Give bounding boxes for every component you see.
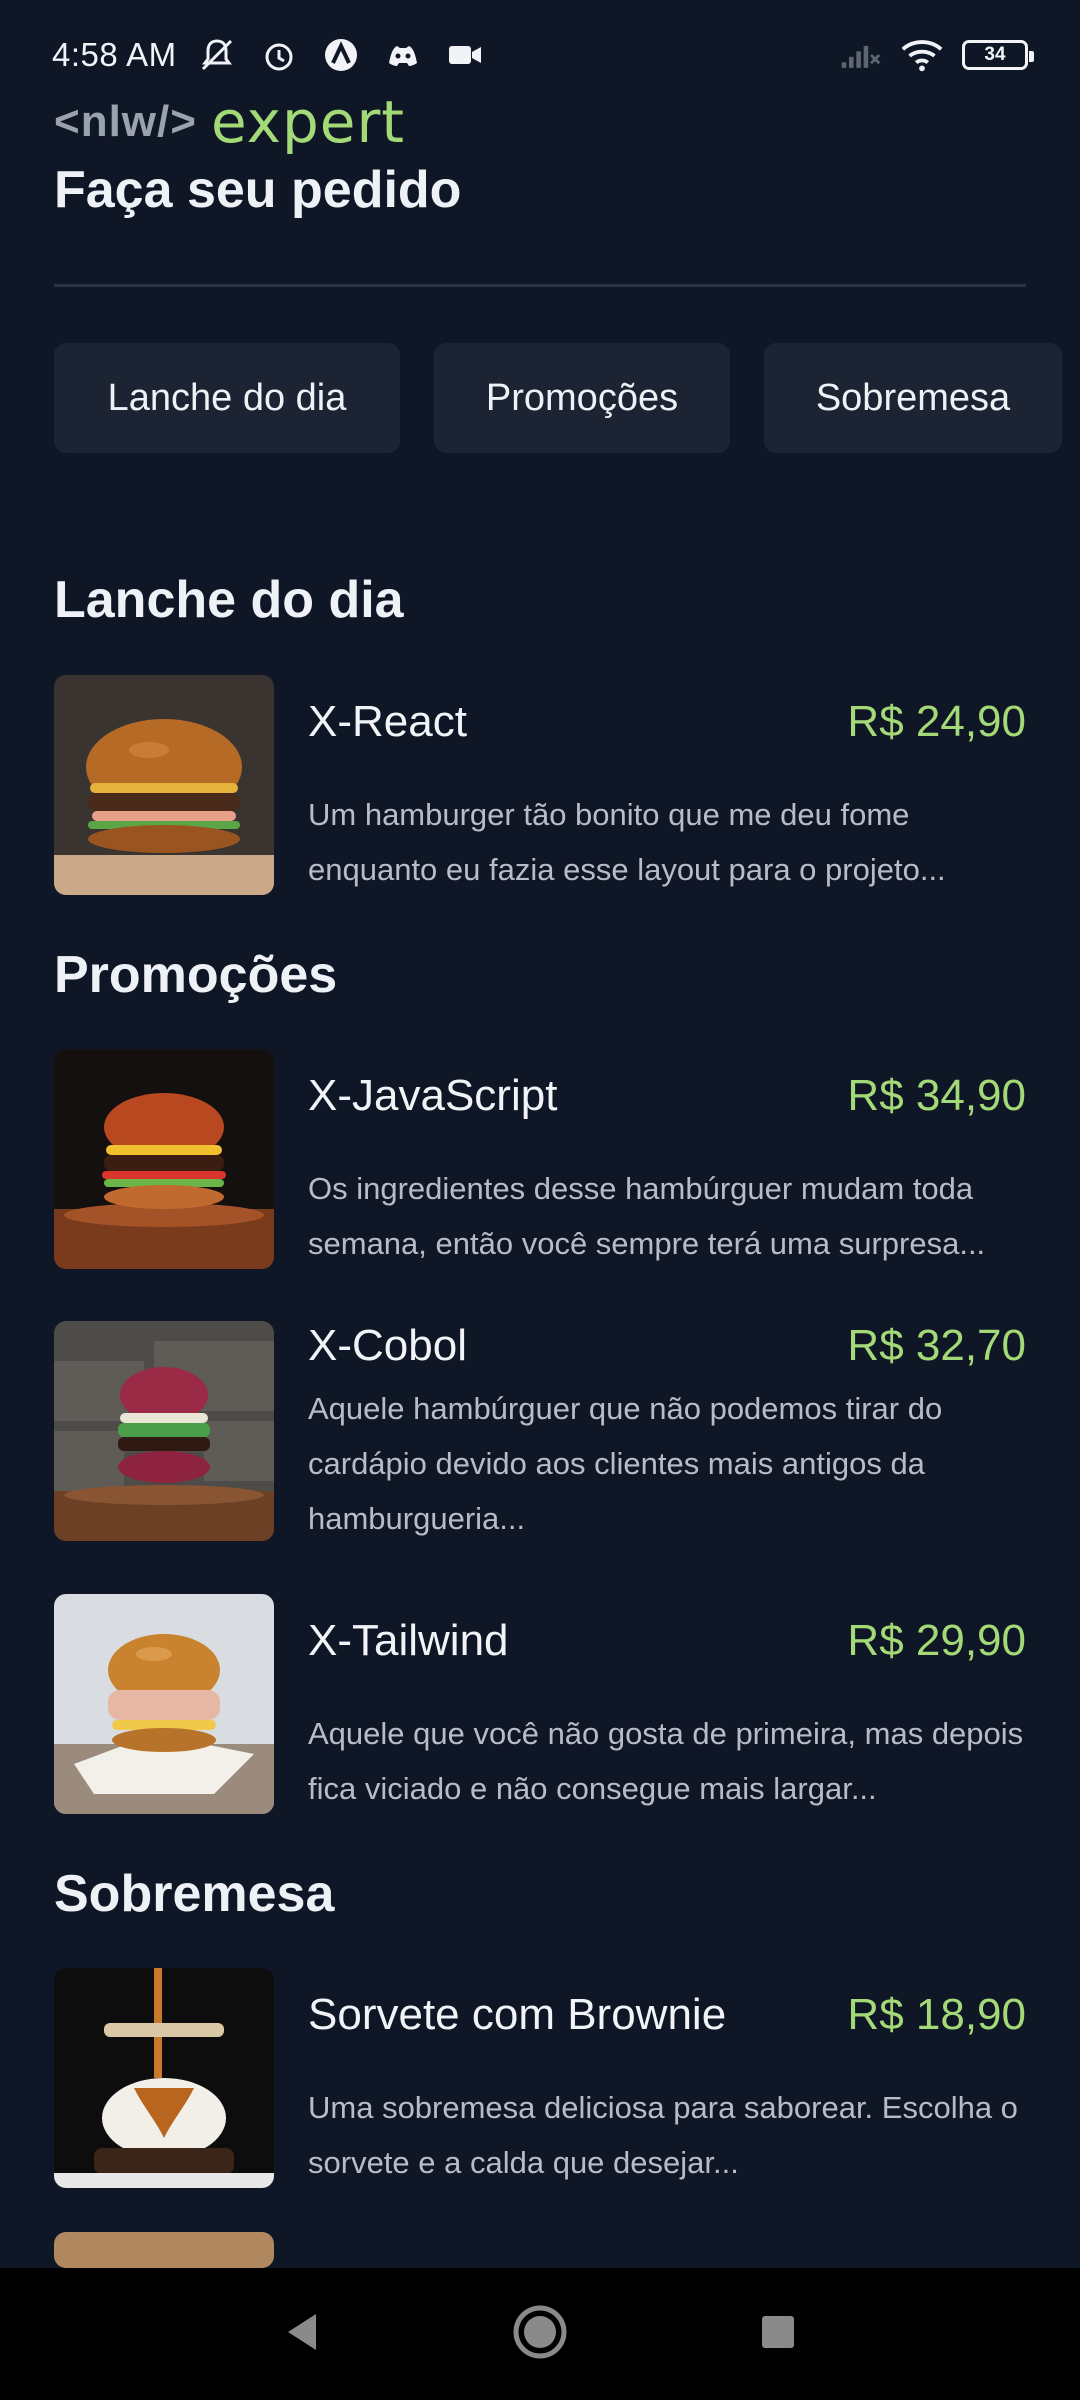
product-price: R$ 24,90 — [847, 697, 1026, 746]
logo-nlw: <nlw/> — [54, 97, 197, 146]
section-title-lanche-do-dia: Lanche do dia — [54, 571, 404, 629]
product-price: R$ 18,90 — [847, 1990, 1026, 2039]
product-image — [54, 675, 274, 895]
product-name: X-Cobol — [308, 1321, 467, 1370]
category-chip-sobremesa[interactable]: Sobremesa — [764, 343, 1062, 453]
product-item[interactable]: Sorvete com Brownie R$ 18,90 Uma sobreme… — [54, 1968, 1026, 2188]
battery-level: 34 — [984, 44, 1006, 65]
product-name: X-React — [308, 697, 467, 746]
category-chip-lanche-do-dia[interactable]: Lanche do dia — [54, 343, 400, 453]
product-image — [54, 2232, 274, 2268]
back-icon[interactable] — [282, 2310, 322, 2359]
product-name: X-Tailwind — [308, 1616, 509, 1665]
system-navigation-bar — [0, 2268, 1080, 2400]
discord-icon — [381, 33, 425, 77]
product-item-partial[interactable] — [54, 2232, 1026, 2268]
alarm-icon — [257, 33, 301, 77]
product-description: Uma sobremesa deliciosa para saborear. E… — [308, 2090, 1018, 2180]
product-item[interactable]: X-JavaScript R$ 34,90 Os ingredientes de… — [54, 1049, 1026, 1269]
product-description: Aquele hambúrguer que não podemos tirar … — [308, 1391, 943, 1536]
page-title: Faça seu pedido — [54, 161, 462, 219]
product-price: R$ 32,70 — [847, 1321, 1026, 1370]
muted-bell-icon — [195, 33, 239, 77]
category-chips: Lanche do dia Promoções Sobremesa — [54, 343, 1062, 453]
wifi-icon — [900, 33, 944, 77]
product-item[interactable]: X-Tailwind R$ 29,90 Aquele que você não … — [54, 1594, 1026, 1814]
header-divider — [54, 284, 1026, 287]
recents-icon[interactable] — [758, 2312, 798, 2357]
video-icon — [443, 33, 487, 77]
app-a-icon — [319, 33, 363, 77]
product-description: Aquele que você não gosta de primeira, m… — [308, 1716, 1024, 1806]
product-description: Os ingredientes desse hambúrguer mudam t… — [308, 1171, 986, 1261]
product-image — [54, 1594, 274, 1814]
product-image — [54, 1049, 274, 1269]
product-name: Sorvete com Brownie — [308, 1990, 727, 2039]
product-image — [54, 1321, 274, 1541]
logo: <nlw/> expert — [54, 88, 405, 156]
category-chip-promocoes[interactable]: Promoções — [434, 343, 730, 453]
battery-icon: 34 — [962, 40, 1034, 70]
product-price: R$ 34,90 — [847, 1071, 1026, 1120]
home-icon[interactable] — [512, 2304, 568, 2365]
product-item[interactable]: X-Cobol R$ 32,70 Aquele hambúrguer que n… — [54, 1321, 1026, 1541]
product-image — [54, 1968, 274, 2188]
section-title-sobremesa: Sobremesa — [54, 1865, 335, 1923]
status-time: 4:58 AM — [52, 36, 177, 73]
product-description: Um hamburger tão bonito que me deu fome … — [308, 797, 946, 887]
product-item[interactable]: X-React R$ 24,90 Um hamburger tão bonito… — [54, 675, 1026, 895]
no-signal-icon — [838, 33, 882, 77]
section-title-promocoes: Promoções — [54, 946, 338, 1004]
logo-expert: expert — [210, 88, 406, 156]
product-price: R$ 29,90 — [847, 1616, 1026, 1665]
product-name: X-JavaScript — [308, 1071, 558, 1120]
